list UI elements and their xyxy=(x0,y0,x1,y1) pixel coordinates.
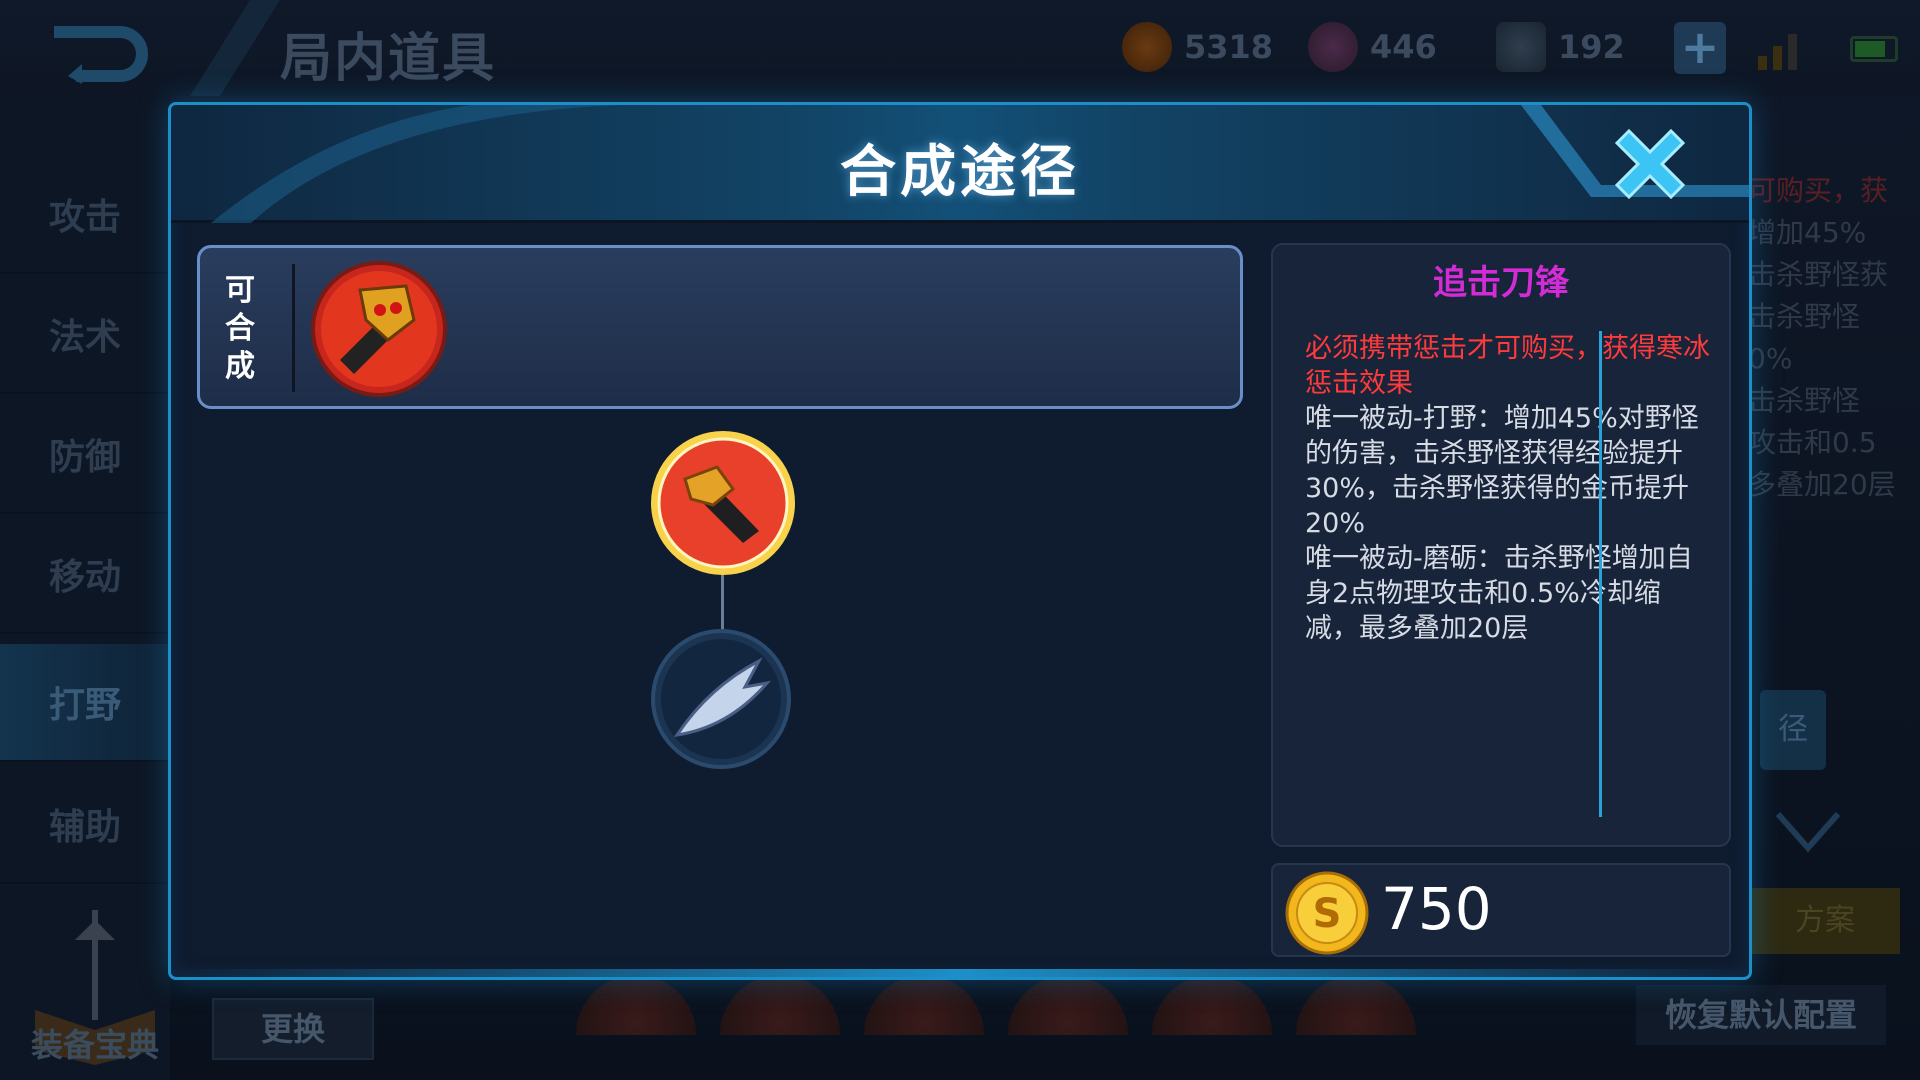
ghost-line: 可购买，获 xyxy=(1748,174,1889,207)
sidebar-item-support[interactable]: 辅助 xyxy=(0,766,170,884)
item-description: 必须携带惩击才可购买，获得寒冰惩击效果 唯一被动-打野：增加45%对野怪的伤害，… xyxy=(1305,331,1713,646)
close-icon[interactable] xyxy=(1607,121,1693,207)
gold-icon xyxy=(1122,22,1172,72)
sidebar-item-attack[interactable]: 攻击 xyxy=(0,156,170,274)
swap-button[interactable]: 更换 xyxy=(212,998,374,1060)
item-price: 750 xyxy=(1381,875,1492,943)
combinable-char: 可 xyxy=(225,273,255,308)
sidebar-item-movement[interactable]: 移动 xyxy=(0,516,170,634)
background-plan-button[interactable]: 方案 xyxy=(1750,888,1900,954)
item-description-panel: 追击刀锋 必须携带惩击才可购买，获得寒冰惩击效果 唯一被动-打野：增加45%对野… xyxy=(1271,243,1731,847)
ghost-line: 多叠加20层 xyxy=(1748,468,1896,501)
selected-item-icon[interactable] xyxy=(647,427,799,579)
ghost-line: 攻击和0.5 xyxy=(1748,426,1877,459)
page-title: 局内道具 xyxy=(280,29,497,89)
ghost-line: 0% xyxy=(1748,342,1793,375)
purchase-requirement: 必须携带惩击才可购买，获得寒冰惩击效果 xyxy=(1305,333,1710,399)
gold-amount: 5318 xyxy=(1184,28,1274,66)
back-arrow-icon[interactable] xyxy=(48,22,160,84)
sidebar-item-defense[interactable]: 防御 xyxy=(0,396,170,514)
codex-label[interactable]: 装备宝典 xyxy=(0,1020,190,1066)
background-path-button[interactable]: 径 xyxy=(1760,690,1826,770)
restore-default-button[interactable]: 恢复默认配置 xyxy=(1636,985,1886,1045)
diamond-icon xyxy=(1308,22,1358,72)
voucher-currency: 192 xyxy=(1496,22,1625,72)
component-item-icon[interactable] xyxy=(649,627,793,771)
ghost-line: 增加45% xyxy=(1748,216,1867,249)
tree-connector xyxy=(721,575,724,633)
sidebar-item-jungle[interactable]: 打野 xyxy=(0,644,170,762)
dialog-title: 合成途径 xyxy=(840,140,1080,205)
item-name: 追击刀锋 xyxy=(1433,263,1569,303)
passive-whet: 唯一被动-磨砺：击杀野怪增加自身2点物理攻击和0.5%冷却缩减，最多叠加20层 xyxy=(1305,543,1693,644)
ghost-line: 击杀野怪获 xyxy=(1748,258,1889,291)
sidebar-item-magic[interactable]: 法术 xyxy=(0,276,170,394)
voucher-amount: 192 xyxy=(1558,28,1625,66)
gold-currency: 5318 xyxy=(1122,22,1273,72)
gold-coin-icon: S xyxy=(1285,871,1369,955)
combinable-char: 合 xyxy=(225,311,255,346)
synthesis-path-dialog: 合成途径 可 合 成 追击刀锋 必须携带惩击才可购买，获得寒冰惩击效果 唯一被动… xyxy=(168,102,1752,980)
combo-divider xyxy=(292,264,295,392)
diamond-currency: 446 xyxy=(1308,22,1437,72)
passive-jungle: 唯一被动-打野：增加45%对野怪的伤害，击杀野怪获得经验提升30%，击杀野怪获得… xyxy=(1305,403,1699,539)
title-slash-decoration xyxy=(190,0,280,96)
diamond-amount: 446 xyxy=(1370,28,1437,66)
combinable-char: 成 xyxy=(225,349,255,384)
signal-icon xyxy=(1758,34,1797,70)
ghost-line: 击杀野怪 xyxy=(1748,384,1861,417)
combinable-items-panel: 可 合 成 xyxy=(197,245,1243,409)
dialog-bottom-glow xyxy=(171,969,1749,977)
price-panel: S 750 xyxy=(1271,863,1731,957)
chevron-down-icon[interactable] xyxy=(1774,810,1842,854)
ghost-line: 击杀野怪 xyxy=(1748,300,1861,333)
combinable-label: 可 合 成 xyxy=(214,272,266,386)
background-item-description: 可购买，获 增加45% 击杀野怪获 击杀野怪 0% 击杀野怪 攻击和0.5 多叠… xyxy=(1748,170,1920,506)
svg-text:S: S xyxy=(1313,891,1342,937)
description-scrollbar[interactable] xyxy=(1599,331,1602,817)
add-currency-button[interactable]: + xyxy=(1674,22,1726,74)
voucher-icon xyxy=(1496,22,1546,72)
dialog-header: 合成途径 xyxy=(171,105,1749,223)
upgraded-item-icon[interactable] xyxy=(310,260,448,398)
battery-icon xyxy=(1850,36,1898,62)
